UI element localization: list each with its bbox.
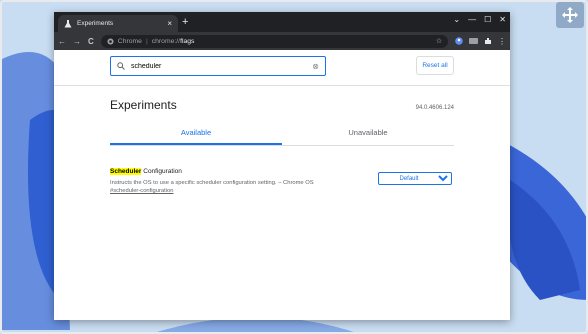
move-icon[interactable] (556, 2, 584, 28)
window-controls: ⌄ — ☐ ✕ (453, 15, 506, 24)
flag-item: Scheduler Configuration Instructs the OS… (110, 168, 454, 194)
tab-strip: Experiments × + ⌄ — ☐ ✕ (54, 12, 510, 32)
minimize-button[interactable]: — (468, 15, 476, 24)
flask-icon (64, 19, 72, 27)
flag-select[interactable]: Default (378, 172, 452, 185)
tabs: Available Unavailable (110, 128, 454, 146)
back-button[interactable]: ← (58, 37, 66, 46)
search-icon (117, 62, 125, 70)
clear-search-icon[interactable]: ⊗ (312, 62, 319, 71)
flag-title-match: Scheduler (110, 168, 142, 175)
browser-window: Experiments × + ⌄ — ☐ ✕ ← → C Chrome | c… (54, 12, 510, 320)
page-heading: Experiments 94.0.4606.124 (110, 98, 454, 112)
close-window-button[interactable]: ✕ (499, 15, 506, 24)
page-title: Experiments (110, 98, 177, 112)
forward-button[interactable]: → (73, 37, 81, 46)
address-bar[interactable]: Chrome | chrome:// flags ☆ (100, 34, 448, 48)
flag-title-rest: Configuration (141, 168, 182, 175)
bookmark-star-icon[interactable]: ☆ (436, 37, 442, 45)
chrome-icon (107, 37, 114, 45)
separator: | (145, 37, 148, 45)
flag-description: Instructs the OS to use a specific sched… (110, 180, 314, 186)
tab-experiments[interactable]: Experiments × (58, 15, 178, 32)
tab-available[interactable]: Available (110, 128, 282, 145)
flag-anchor-link[interactable]: #scheduler-configuration (110, 188, 454, 194)
reset-all-button[interactable]: Reset all (416, 56, 454, 75)
version-label: 94.0.4606.124 (415, 105, 454, 111)
tab-close-icon[interactable]: × (167, 19, 172, 28)
tab-unavailable[interactable]: Unavailable (282, 128, 454, 145)
search-input[interactable] (131, 62, 313, 70)
url-prefix: chrome:// (151, 37, 181, 45)
maximize-button[interactable]: ☐ (484, 15, 491, 24)
search-box[interactable]: ⊗ (110, 56, 326, 76)
reload-button[interactable]: C (88, 37, 94, 46)
extension-badge-icon[interactable] (469, 37, 478, 45)
main-content: Experiments 94.0.4606.124 Available Unav… (54, 98, 510, 194)
flags-header: ⊗ Reset all (54, 50, 510, 86)
tab-search-icon[interactable]: ⌄ (453, 15, 460, 24)
profile-icon[interactable] (455, 37, 463, 45)
browser-toolbar: ← → C Chrome | chrome:// flags ☆ ⋮ (54, 32, 510, 50)
puzzle-icon[interactable] (484, 37, 492, 45)
url-path: flags (180, 37, 195, 45)
site-label: Chrome (117, 37, 142, 45)
new-tab-button[interactable]: + (182, 15, 188, 29)
menu-kebab-icon[interactable]: ⋮ (498, 37, 506, 46)
tab-title: Experiments (77, 20, 114, 27)
extension-icons: ⋮ (455, 37, 506, 46)
